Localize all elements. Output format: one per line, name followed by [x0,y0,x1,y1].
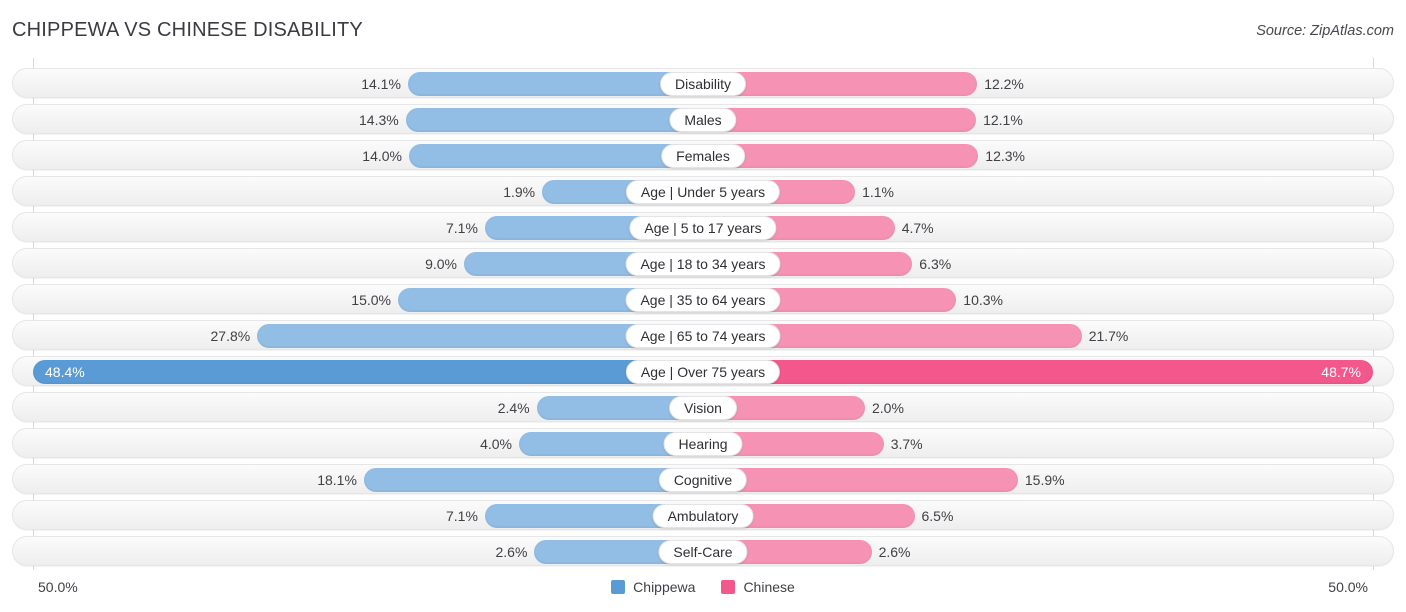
value-label-chinese: 2.6% [878,544,911,560]
row-category-label: Self-Care [658,540,748,564]
chart-legend: Chippewa Chinese [0,579,1406,595]
page-title: CHIPPEWA VS CHINESE DISABILITY [12,19,363,41]
row-category-label: Age | 65 to 74 years [625,324,781,348]
row-category-label: Males [669,108,737,132]
value-label-chippewa: 14.0% [362,148,402,164]
chart-header: CHIPPEWA VS CHINESE DISABILITY Source: Z… [0,0,1406,58]
value-label-chippewa: 1.9% [503,184,536,200]
value-label-chippewa: 7.1% [445,508,478,524]
bar-chinese [703,468,1018,492]
row-category-label: Age | Over 75 years [625,360,781,384]
bar-chippewa [363,468,703,492]
value-label-chippewa: 14.3% [359,112,399,128]
row-category-label: Disability [659,72,747,96]
legend-swatch-icon [721,580,736,594]
bar-chinese [703,360,1373,384]
value-label-chinese: 12.2% [984,76,1024,92]
value-label-chinese: 2.0% [872,400,904,416]
row-category-label: Age | Under 5 years [625,180,781,204]
table-row[interactable]: 1.9% 1.1% Age | Under 5 years [12,176,1394,206]
row-category-label: Vision [669,396,737,420]
value-label-chippewa: 4.0% [480,436,512,452]
bar-chippewa [407,72,703,96]
table-row[interactable]: 15.0% 10.3% Age | 35 to 64 years [12,284,1394,314]
value-label-chinese: 12.1% [983,112,1023,128]
value-label-chippewa: 18.1% [317,472,357,488]
table-row[interactable]: 14.1% 12.2% Disability [12,68,1394,98]
bar-chinese [703,108,977,132]
bar-rows-container: 14.1% 12.2% Disability 14.3% 12.1% Males 14.0%… [12,68,1394,572]
value-label-chinese: 21.7% [1088,328,1129,344]
value-label-chinese: 1.1% [862,184,895,200]
value-label-chippewa: 2.4% [497,400,530,416]
legend-item-chippewa[interactable]: Chippewa [611,579,695,595]
table-row[interactable]: 7.1% 4.7% Age | 5 to 17 years [12,212,1394,242]
value-label-chinese: 15.9% [1024,472,1065,488]
bar-chippewa [409,144,703,168]
table-row[interactable]: 14.3% 12.1% Males [12,104,1394,134]
value-label-chinese: 10.3% [963,292,1003,308]
row-category-label: Age | 35 to 64 years [625,288,781,312]
value-label-chinese: 4.7% [901,220,934,236]
value-label-chinese: 48.7% [1321,364,1361,380]
value-label-chippewa: 15.0% [351,292,391,308]
value-label-chinese: 6.3% [919,256,952,272]
row-category-label: Cognitive [658,468,748,492]
chart-page: CHIPPEWA VS CHINESE DISABILITY Source: Z… [0,0,1406,612]
legend-swatch-icon [611,580,626,594]
value-label-chippewa: 2.6% [495,544,528,560]
value-label-chinese: 12.3% [985,148,1025,164]
table-row[interactable]: 4.0% 3.7% Hearing [12,428,1394,458]
row-category-label: Age | 18 to 34 years [625,252,781,276]
value-label-chippewa: 7.1% [445,220,478,236]
table-row[interactable]: 2.4% 2.0% Vision [12,392,1394,422]
row-category-label: Age | 5 to 17 years [629,216,777,240]
value-label-chinese: 3.7% [890,436,923,452]
table-row[interactable]: 2.6% 2.6% Self-Care [12,536,1394,566]
bar-chippewa [405,108,703,132]
row-category-label: Hearing [663,432,743,456]
value-label-chippewa: 14.1% [361,76,401,92]
table-row[interactable]: 9.0% 6.3% Age | 18 to 34 years [12,248,1394,278]
chart-footer: 50.0% 50.0% Chippewa Chinese [0,570,1406,612]
source-attribution: Source: ZipAtlas.com [1256,23,1394,39]
legend-label: Chinese [743,579,795,595]
row-category-label: Females [661,144,745,168]
legend-item-chinese[interactable]: Chinese [721,579,795,595]
table-row[interactable]: 27.8% 21.7% Age | 65 to 74 years [12,320,1394,350]
table-row[interactable]: 18.1% 15.9% Cognitive [12,464,1394,494]
row-category-label: Ambulatory [652,504,754,528]
value-label-chippewa: 27.8% [210,328,251,344]
table-row[interactable]: 48.4% 48.7% Age | Over 75 years [12,356,1394,386]
bar-chippewa [33,360,703,384]
chart-plot-area: 14.1% 12.2% Disability 14.3% 12.1% Males 14.0%… [0,58,1406,570]
value-label-chippewa: 48.4% [45,364,85,380]
value-label-chippewa: 9.0% [425,256,457,272]
table-row[interactable]: 7.1% 6.5% Ambulatory [12,500,1394,530]
legend-label: Chippewa [633,579,696,595]
value-label-chinese: 6.5% [921,508,954,524]
table-row[interactable]: 14.0% 12.3% Females [12,140,1394,170]
